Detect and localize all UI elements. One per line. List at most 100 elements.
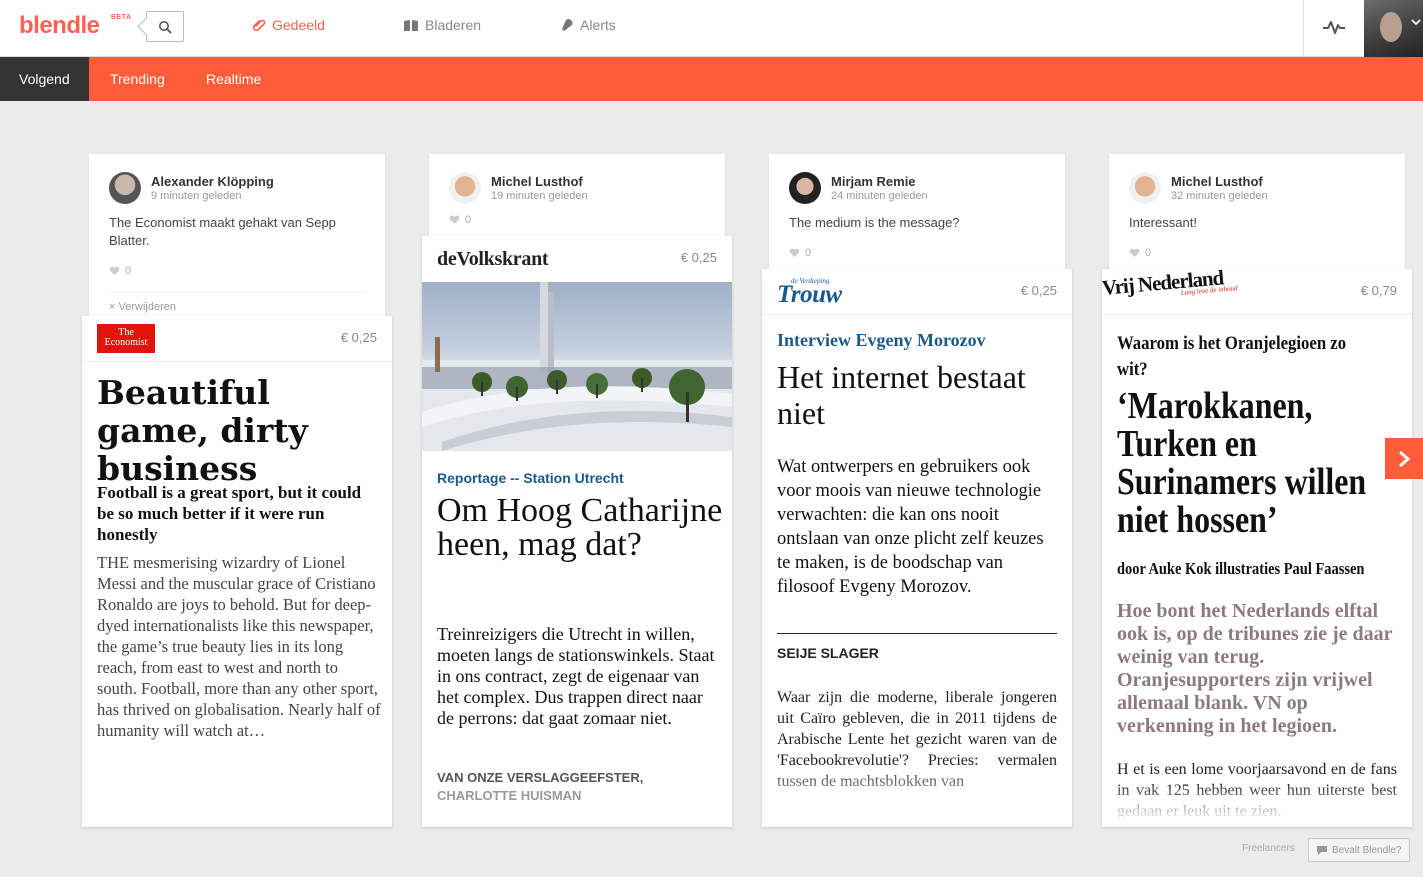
- article-standfirst: Football is a great sport, but it could …: [97, 483, 362, 544]
- like-button[interactable]: 0: [109, 265, 131, 277]
- post-card: Michel Lusthof 32 minuten geleden Intere…: [1109, 154, 1405, 279]
- book-icon: [404, 19, 418, 31]
- nav-gedeeld-label: Gedeeld: [272, 17, 325, 33]
- article-body: Waar zijn die moderne, liberale jongeren…: [777, 689, 1057, 790]
- post-time: 19 minuten geleden: [491, 189, 588, 202]
- divider: [777, 633, 1057, 634]
- article-headline: Het internet bestaat niet: [777, 359, 1026, 431]
- tab-volgend[interactable]: Volgend: [0, 57, 89, 101]
- user-avatar-small: [449, 172, 481, 204]
- user-name[interactable]: Alexander Klöpping: [151, 174, 274, 189]
- like-count: 0: [125, 265, 132, 277]
- article-byline: VAN ONZE VERSLAGGEEFSTER,: [437, 770, 644, 785]
- feedback-label: Bevalt Blendle?: [1332, 844, 1402, 856]
- chevron-down-icon: [1411, 19, 1421, 26]
- article-headline: ‘Marokkanen, Turken en Surinamers willen…: [1117, 385, 1367, 541]
- close-icon: ×: [109, 301, 116, 313]
- article-byline-name: CHARLOTTE HUISMAN: [437, 788, 582, 803]
- post-comment: The Economist maakt gehakt van Sepp Blat…: [109, 215, 336, 248]
- chat-icon: [1317, 845, 1327, 855]
- article-price: € 0,25: [680, 250, 717, 265]
- post-user[interactable]: Michel Lusthof 32 minuten geleden: [1129, 172, 1268, 204]
- nav-gedeeld[interactable]: Gedeeld: [252, 17, 325, 33]
- divider: [1102, 314, 1412, 315]
- divider: [762, 314, 1072, 315]
- volkskrant-logo: deVolkskrant: [437, 248, 549, 270]
- vn-logo-text: Vrij Nederland: [1102, 269, 1225, 300]
- nav-alerts[interactable]: Alerts: [560, 17, 616, 33]
- chevron-right-icon: [1399, 450, 1411, 467]
- article-body: THE mesmerising wizardry of Lionel Messi…: [97, 553, 381, 740]
- heart-icon: [1129, 248, 1140, 257]
- article-body: Treinreizigers die Utrecht in willen, mo…: [437, 624, 715, 728]
- user-name[interactable]: Mirjam Remie: [831, 174, 928, 189]
- logo-text: blendle: [19, 12, 100, 39]
- user-avatar-small: [109, 172, 141, 204]
- article-price: € 0,79: [1360, 283, 1397, 298]
- article-card-vrij-nederland[interactable]: Vrij Nederland Lang leve de inhoud € 0,7…: [1102, 269, 1412, 827]
- article-kicker: Interview Evgeny Morozov: [777, 330, 986, 350]
- trouw-logo: de Verdieping Trouw: [777, 277, 842, 308]
- vrij-nederland-logo: Vrij Nederland Lang leve de inhoud: [1102, 269, 1238, 304]
- feedback-button[interactable]: Bevalt Blendle?: [1308, 838, 1410, 862]
- sub-navigation: Volgend Trending Realtime: [0, 57, 1423, 101]
- like-count: 0: [805, 247, 812, 259]
- article-price: € 0,25: [1020, 283, 1057, 298]
- article-card-volkskrant[interactable]: deVolkskrant € 0,25 Reportage -- Station…: [422, 236, 732, 827]
- remove-button[interactable]: × Verwijderen: [109, 292, 365, 313]
- tab-realtime[interactable]: Realtime: [206, 57, 261, 101]
- remove-label: Verwijderen: [118, 301, 176, 313]
- alert-icon: [562, 19, 573, 31]
- article-standfirst: Hoe bont het Nederlands elftal ook is, o…: [1117, 600, 1393, 737]
- article-kicker: Waarom is het Oranjelegioen zo wit?: [1117, 333, 1347, 380]
- post-time: 32 minuten geleden: [1171, 189, 1268, 202]
- post-comment: Interessant!: [1129, 215, 1197, 230]
- article-headline: Om Hoog Catharijne heen, mag dat?: [437, 492, 723, 563]
- user-avatar-small: [789, 172, 821, 204]
- beta-badge: BETA: [111, 14, 132, 21]
- post-card: Alexander Klöpping 9 minuten geleden The…: [89, 154, 385, 324]
- user-name[interactable]: Michel Lusthof: [491, 174, 588, 189]
- heart-icon: [109, 266, 120, 275]
- paperclip-icon: [252, 19, 266, 32]
- avatar-face: [1380, 12, 1402, 42]
- article-kicker: Reportage -- Station Utrecht: [437, 470, 624, 486]
- article-author: SEIJE SLAGER: [777, 645, 879, 661]
- like-button[interactable]: 0: [1129, 247, 1151, 259]
- post-card: Mirjam Remie 24 minuten geleden The medi…: [769, 154, 1065, 279]
- article-body: H et is een lome voorjaarsavond en de fa…: [1117, 761, 1397, 820]
- freelancers-link[interactable]: Freelancers: [1242, 843, 1295, 854]
- economist-logo: The Economist: [97, 324, 155, 353]
- next-button[interactable]: [1385, 438, 1423, 479]
- article-card-economist[interactable]: The Economist € 0,25 Beautiful game, dirt…: [82, 316, 392, 827]
- blendle-logo[interactable]: blendle BETA: [19, 12, 131, 40]
- like-button[interactable]: 0: [449, 214, 471, 226]
- article-price: € 0,25: [340, 330, 377, 345]
- user-avatar-small: [1129, 172, 1161, 204]
- post-comment: The medium is the message?: [789, 215, 960, 230]
- user-name[interactable]: Michel Lusthof: [1171, 174, 1268, 189]
- post-time: 9 minuten geleden: [151, 189, 242, 202]
- search-button[interactable]: [146, 11, 184, 42]
- like-button[interactable]: 0: [789, 247, 811, 259]
- trouw-logo-text: Trouw: [777, 281, 842, 308]
- tab-trending[interactable]: Trending: [110, 57, 165, 101]
- post-user[interactable]: Mirjam Remie 24 minuten geleden: [789, 172, 928, 204]
- post-user[interactable]: Michel Lusthof 19 minuten geleden: [449, 172, 588, 204]
- article-standfirst: Wat ontwerpers en gebruikers ook voor mo…: [777, 457, 1044, 597]
- article-headline: Beautiful game, dirty business: [97, 373, 308, 488]
- nav-alerts-label: Alerts: [580, 17, 616, 33]
- article-byline: door Auke Kok illustraties Paul Faassen: [1117, 559, 1365, 578]
- user-avatar[interactable]: [1364, 0, 1423, 57]
- divider: [82, 361, 392, 362]
- search-icon: [159, 20, 172, 33]
- top-bar: blendle BETA Gedeeld Bladeren Alerts: [0, 0, 1423, 57]
- nav-bladeren[interactable]: Bladeren: [403, 17, 481, 33]
- post-time: 24 minuten geleden: [831, 189, 928, 202]
- article-card-trouw[interactable]: de Verdieping Trouw € 0,25 Interview Evg…: [762, 269, 1072, 827]
- activity-icon[interactable]: [1322, 17, 1346, 42]
- divider: [1303, 0, 1304, 57]
- post-user[interactable]: Alexander Klöpping 9 minuten geleden: [109, 172, 274, 204]
- like-count: 0: [1145, 247, 1152, 259]
- heart-icon: [449, 215, 460, 224]
